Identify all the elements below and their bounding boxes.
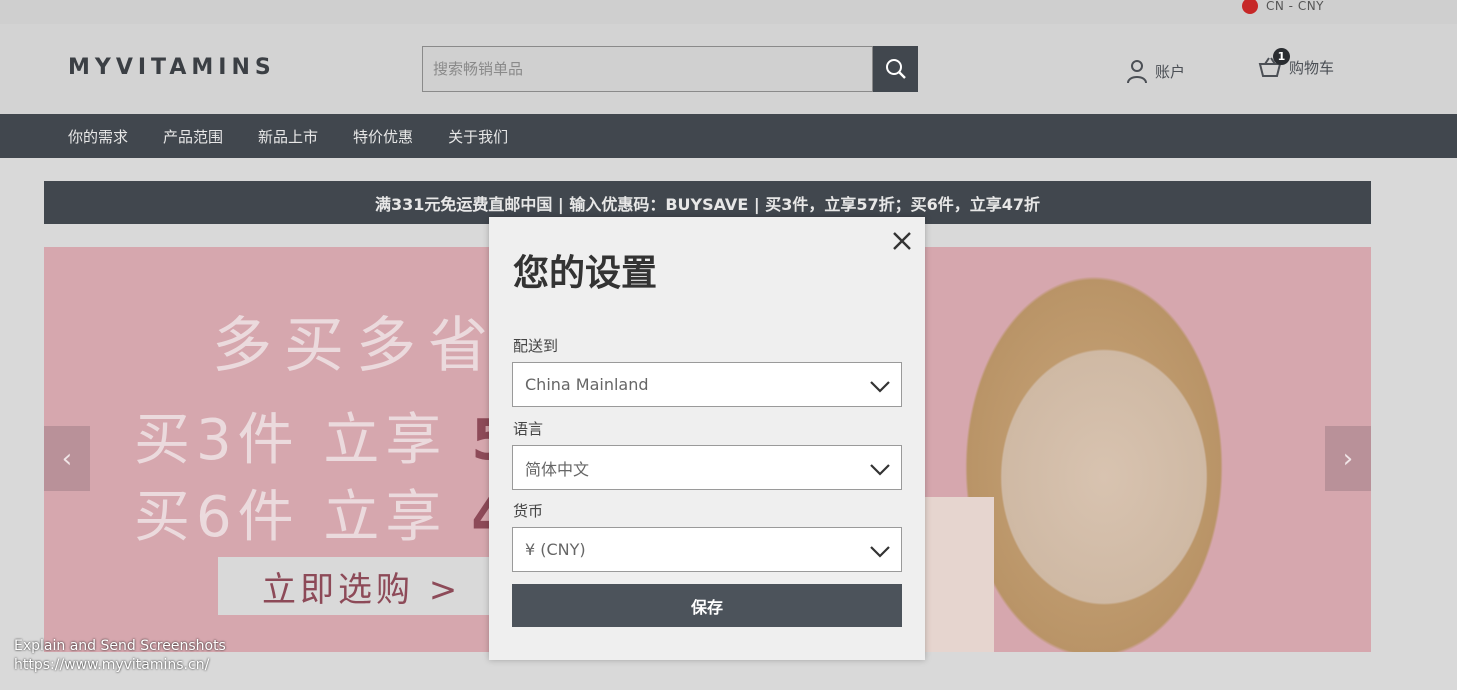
hero-headline: 多买多省 [212, 311, 500, 381]
china-flag-icon [1242, 0, 1258, 14]
overlay-url: https://www.myvitamins.cn/ [14, 657, 210, 673]
site-logo[interactable]: MYVITAMINS [68, 55, 276, 80]
ship-to-label: 配送到 [513, 337, 559, 355]
top-locale-strip: CN - CNY [0, 0, 1457, 24]
hero-offer-6-text: 买6件 立享 [134, 485, 448, 550]
ship-to-select[interactable]: China Mainland [512, 362, 902, 407]
language-value: 简体中文 [525, 459, 590, 479]
search-icon [885, 59, 906, 79]
overlay-caption: Explain and Send Screenshots [14, 638, 226, 654]
currency-value: ¥ (CNY) [525, 540, 586, 559]
cart-icon-wrap: 1 [1257, 48, 1290, 80]
nav-item-needs[interactable]: 你的需求 [68, 126, 128, 147]
hero-offer-6: 买6件 立享 4 [134, 472, 516, 553]
carousel-prev-button[interactable]: ‹ [44, 426, 90, 491]
locale-selector[interactable]: CN - CNY [1242, 0, 1324, 15]
nav-item-new[interactable]: 新品上市 [258, 126, 318, 147]
currency-select[interactable]: ¥ (CNY) [512, 527, 902, 572]
hero-product-pack [924, 497, 994, 652]
locale-label: CN - CNY [1266, 0, 1324, 13]
site-header: MYVITAMINS 搜索畅销单品 账户 1 购物车 [0, 24, 1457, 114]
main-nav: 你的需求 产品范围 新品上市 特价优惠 关于我们 [0, 114, 1457, 158]
cart-label: 购物车 [1289, 58, 1335, 77]
ship-to-value: China Mainland [525, 375, 649, 394]
language-select[interactable]: 简体中文 [512, 445, 902, 490]
save-button[interactable]: 保存 [512, 584, 902, 627]
nav-item-offers[interactable]: 特价优惠 [353, 126, 413, 147]
shop-now-button[interactable]: 立即选购 > [218, 557, 518, 615]
cart-link[interactable]: 1 购物车 [1257, 48, 1335, 80]
close-icon[interactable] [890, 229, 914, 253]
chevron-down-icon [870, 381, 890, 393]
nav-item-products[interactable]: 产品范围 [163, 126, 223, 147]
chevron-down-icon [870, 546, 890, 558]
chevron-down-icon [870, 464, 890, 476]
account-link[interactable]: 账户 [1125, 58, 1185, 84]
cart-count-badge: 1 [1273, 48, 1290, 65]
settings-modal: 您的设置 配送到 China Mainland 语言 简体中文 货币 ¥ (CN… [489, 217, 925, 660]
account-label: 账户 [1155, 62, 1186, 81]
search-button[interactable] [873, 46, 918, 92]
language-label: 语言 [513, 420, 544, 438]
currency-label: 货币 [513, 502, 544, 520]
search-input[interactable]: 搜索畅销单品 [422, 46, 873, 92]
hero-offer-3: 买3件 立享 5 [134, 395, 516, 476]
modal-title: 您的设置 [513, 253, 658, 294]
carousel-next-button[interactable]: › [1325, 426, 1371, 491]
hero-offer-3-text: 买3件 立享 [134, 408, 448, 473]
nav-item-about[interactable]: 关于我们 [448, 126, 508, 147]
user-icon [1127, 60, 1147, 84]
